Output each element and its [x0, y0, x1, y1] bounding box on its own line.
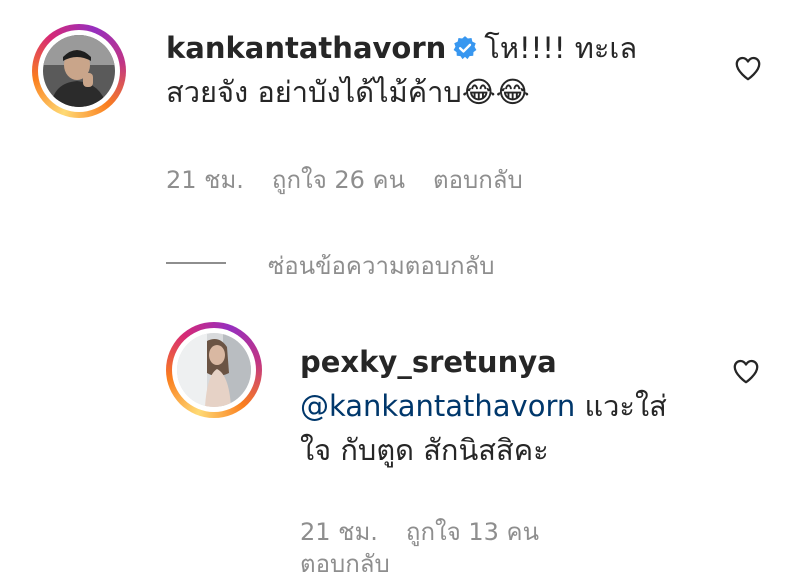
comment-meta: 21 ชม. ถูกใจ 26 คน ตอบกลับ [166, 160, 551, 199]
reply-username[interactable]: pexky_sretunya [300, 345, 557, 379]
reply-text: pexky_sretunya @kankantathavorn แวะใส่ ใ… [300, 340, 720, 472]
reply-button[interactable]: ตอบกลับ [300, 550, 390, 578]
heart-outline-icon[interactable] [732, 53, 764, 83]
comment-text: kankantathavorn โห!!!! ทะเล สวยจัง อย่าบ… [166, 26, 666, 114]
profile-photo [177, 333, 251, 407]
comment-text-line1: โห!!!! ทะเล [484, 31, 638, 65]
comment-timestamp[interactable]: 21 ชม. [166, 166, 244, 194]
reply-text-line2: ใจ กับตูด สักนิสสิคะ [300, 433, 549, 467]
laughing-emoji-icon: 😂😂 [461, 75, 530, 109]
avatar-kankantathavorn[interactable] [32, 24, 126, 118]
reply-text-line1: แวะใส่ [575, 389, 667, 423]
reply-like-count[interactable]: ถูกใจ 13 คน [406, 518, 539, 546]
verified-badge-icon [453, 36, 477, 60]
comment-username[interactable]: kankantathavorn [166, 31, 446, 65]
hide-replies-button[interactable]: ซ่อนข้อความตอบกลับ [268, 246, 494, 285]
heart-outline-icon[interactable] [730, 356, 762, 386]
reply-meta-row2: ตอบกลับ [300, 544, 418, 583]
profile-photo [43, 35, 115, 107]
avatar-pexky_sretunya[interactable] [166, 322, 262, 418]
reply-button[interactable]: ตอบกลับ [433, 166, 523, 194]
comment-like-count[interactable]: ถูกใจ 26 คน [272, 166, 405, 194]
comment-text-line2: สวยจัง อย่าบังได้ไม้ค้าบ [166, 75, 462, 109]
reply-timestamp[interactable]: 21 ชม. [300, 518, 378, 546]
mention-link[interactable]: @kankantathavorn [300, 389, 575, 423]
hide-replies-divider [166, 262, 226, 264]
